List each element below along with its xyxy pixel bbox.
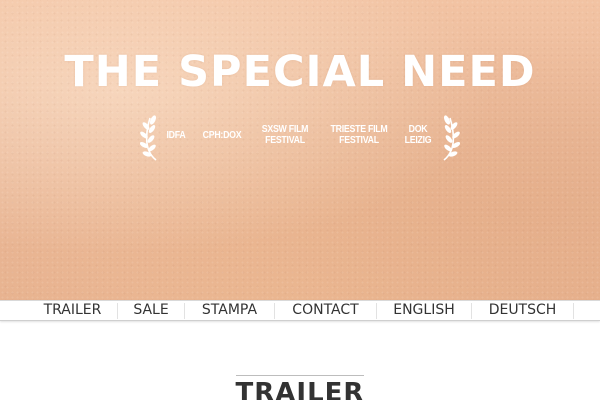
main-navigation: TRAILER SALE STAMPA CONTACT ENGLISH DEUT… xyxy=(0,300,600,321)
festival-idfa: IDFA xyxy=(166,130,186,141)
film-title: THE SPECIAL NEED xyxy=(64,47,536,97)
festival-trieste: TRIESTE FILM FESTIVAL xyxy=(330,124,388,146)
nav-item-english[interactable]: ENGLISH xyxy=(377,301,471,320)
festival-sxsw: SXSW FILM FESTIVAL xyxy=(261,124,309,146)
nav-item-deutsch[interactable]: DEUTSCH xyxy=(472,301,573,320)
laurel-left-icon xyxy=(140,115,157,161)
hero-banner: THE SPECIAL NEED IDFA CPH:DOX SXSW FILM … xyxy=(0,0,600,300)
laurel-right-icon xyxy=(443,115,460,161)
nav-item-stampa[interactable]: STAMPA xyxy=(185,301,274,320)
nav-item-contact[interactable]: CONTACT xyxy=(275,301,376,320)
section-divider xyxy=(236,375,364,376)
festival-dok-leipzig: DOK LEIZIG xyxy=(404,124,432,146)
festival-laurels: IDFA CPH:DOX SXSW FILM FESTIVAL TRIESTE … xyxy=(140,110,460,164)
nav-item-trailer[interactable]: TRAILER xyxy=(28,301,117,320)
nav-divider xyxy=(573,303,574,319)
nav-item-sale[interactable]: SALE xyxy=(118,301,184,320)
festival-cphdox: CPH:DOX xyxy=(202,130,242,141)
section-title-trailer: TRAILER xyxy=(235,378,365,400)
